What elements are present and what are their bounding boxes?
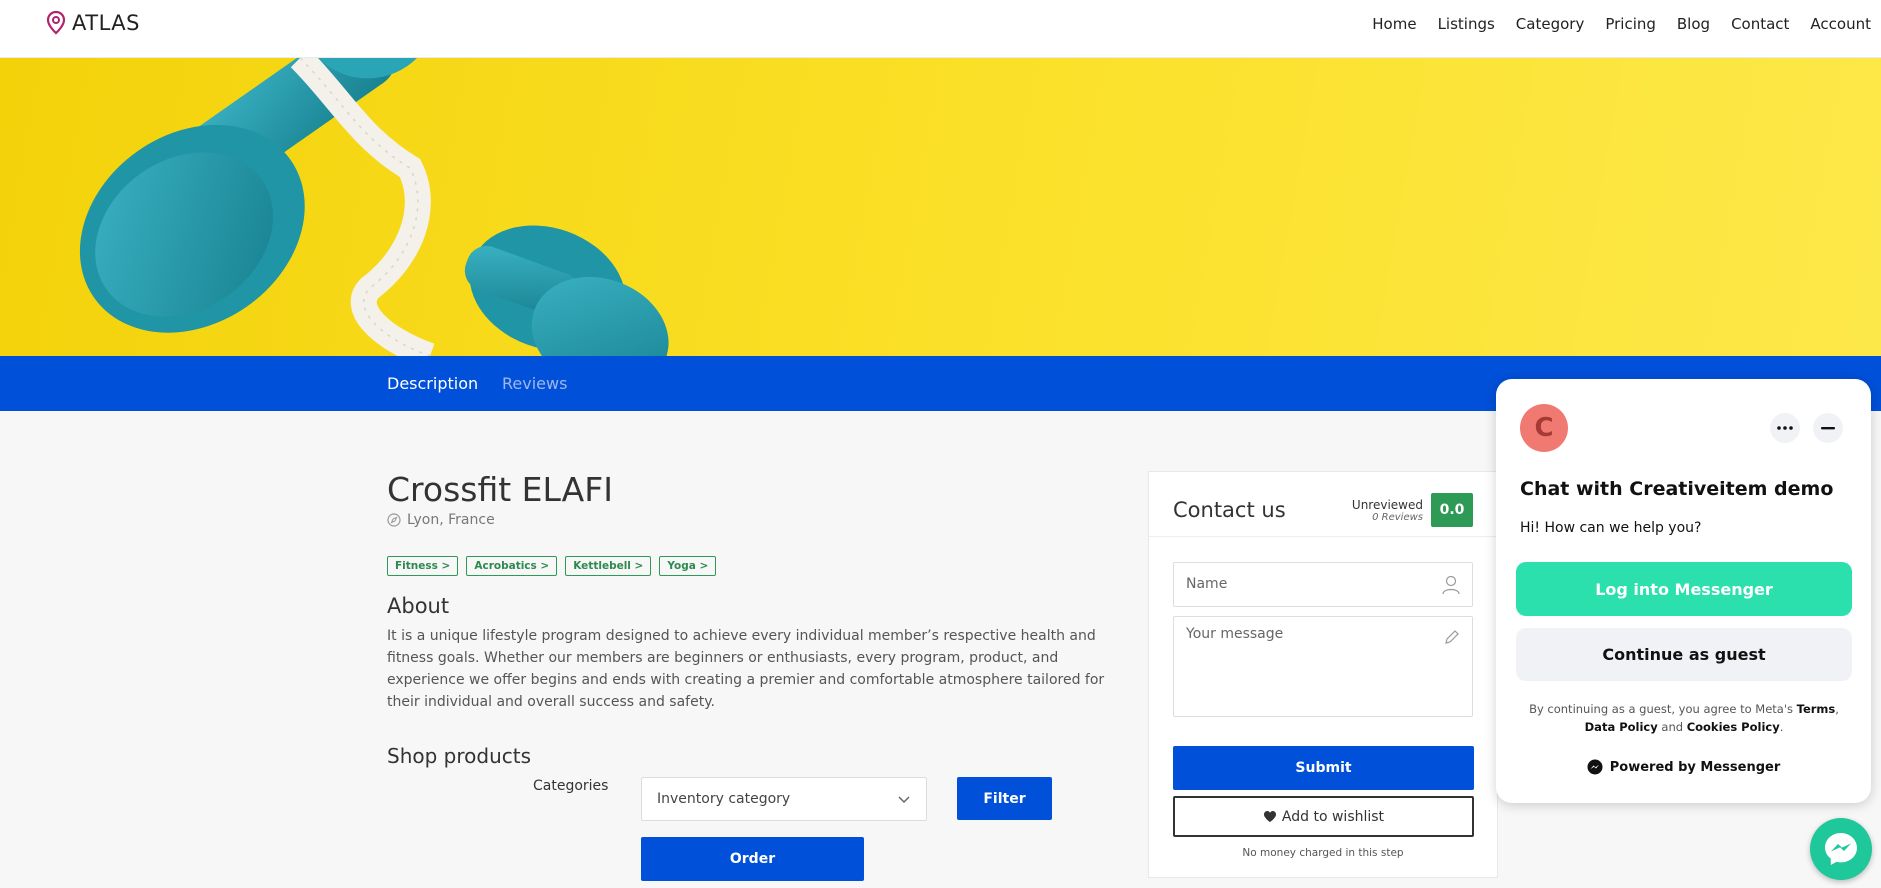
nav-blog[interactable]: Blog bbox=[1677, 15, 1710, 33]
minimize-icon bbox=[1821, 426, 1835, 429]
select-value: Inventory category bbox=[657, 791, 791, 807]
order-button[interactable]: Order bbox=[641, 837, 864, 881]
tag-kettlebell[interactable]: Kettlebell > bbox=[565, 556, 652, 576]
location-text: Lyon, France bbox=[407, 512, 495, 528]
about-heading: About bbox=[387, 594, 450, 618]
more-options-button[interactable] bbox=[1770, 413, 1800, 443]
listing-title: Crossfit ELAFI bbox=[387, 470, 613, 509]
cookies-policy-link[interactable]: Cookies Policy bbox=[1687, 720, 1780, 734]
payment-note: No money charged in this step bbox=[1242, 847, 1404, 859]
legal-prefix: By continuing as a guest, you agree to M… bbox=[1529, 702, 1793, 716]
nav-category[interactable]: Category bbox=[1516, 15, 1585, 33]
contact-card: Contact us Unreviewed 0 Reviews 0.0 Name… bbox=[1148, 471, 1498, 878]
more-dots-icon bbox=[1777, 426, 1793, 430]
messenger-logo-icon bbox=[1587, 759, 1603, 775]
dumbbells-illustration bbox=[79, 58, 669, 356]
legal-and: and bbox=[1661, 720, 1684, 734]
nav-listings[interactable]: Listings bbox=[1438, 15, 1495, 33]
categories-label: Categories bbox=[533, 778, 609, 794]
tab-description[interactable]: Description bbox=[387, 374, 478, 393]
user-icon bbox=[1442, 575, 1460, 595]
continue-as-guest-button[interactable]: Continue as guest bbox=[1516, 628, 1852, 681]
main-nav: Home Listings Category Pricing Blog Cont… bbox=[1351, 0, 1871, 48]
tag-fitness[interactable]: Fitness > bbox=[387, 556, 459, 576]
messenger-icon bbox=[1825, 833, 1857, 865]
add-to-wishlist-button[interactable]: Add to wishlist bbox=[1173, 796, 1474, 837]
site-logo[interactable]: ATLAS bbox=[46, 11, 140, 35]
powered-text: Powered by Messenger bbox=[1609, 759, 1781, 775]
heart-icon bbox=[1263, 811, 1276, 822]
divider bbox=[1149, 536, 1497, 537]
chevron-down-icon bbox=[898, 796, 910, 804]
logo-text: ATLAS bbox=[72, 11, 140, 35]
messenger-chat-panel: C Chat with Creativeitem demo Hi! How ca… bbox=[1496, 379, 1871, 803]
data-policy-link[interactable]: Data Policy bbox=[1585, 720, 1658, 734]
rating-badge: 0.0 bbox=[1431, 493, 1473, 527]
tab-reviews[interactable]: Reviews bbox=[502, 374, 567, 393]
top-navbar: ATLAS Home Listings Category Pricing Blo… bbox=[0, 0, 1881, 58]
wishlist-label: Add to wishlist bbox=[1281, 808, 1385, 825]
pencil-icon bbox=[1445, 630, 1459, 644]
listing-location: Lyon, France bbox=[387, 512, 495, 528]
filter-button[interactable]: Filter bbox=[957, 777, 1052, 820]
review-status-text: Unreviewed bbox=[1351, 498, 1423, 512]
compass-icon bbox=[387, 513, 401, 527]
submit-button[interactable]: Submit bbox=[1173, 746, 1474, 790]
messenger-title: Chat with Creativeitem demo bbox=[1520, 478, 1834, 500]
contact-heading: Contact us bbox=[1173, 498, 1286, 522]
messenger-chat-button[interactable] bbox=[1810, 818, 1872, 880]
nav-home[interactable]: Home bbox=[1372, 15, 1416, 33]
nav-account[interactable]: Account bbox=[1810, 15, 1871, 33]
powered-by-messenger: Powered by Messenger bbox=[1496, 759, 1871, 775]
about-text: It is a unique lifestyle program designe… bbox=[387, 628, 1105, 710]
nav-pricing[interactable]: Pricing bbox=[1605, 15, 1656, 33]
hero-image bbox=[0, 58, 1881, 356]
terms-link[interactable]: Terms bbox=[1797, 702, 1836, 716]
messenger-greeting: Hi! How can we help you? bbox=[1520, 520, 1702, 536]
name-placeholder: Name bbox=[1186, 576, 1228, 592]
name-field[interactable]: Name bbox=[1173, 562, 1473, 607]
inventory-category-select[interactable]: Inventory category bbox=[641, 777, 927, 821]
nav-contact[interactable]: Contact bbox=[1731, 15, 1789, 33]
avatar: C bbox=[1520, 404, 1568, 452]
tag-yoga[interactable]: Yoga > bbox=[659, 556, 717, 576]
message-placeholder: Your message bbox=[1186, 626, 1284, 642]
legal-comma: , bbox=[1835, 702, 1839, 716]
map-pin-icon bbox=[46, 11, 66, 35]
review-count: 0 Reviews bbox=[1372, 512, 1423, 523]
legal-period: . bbox=[1779, 720, 1784, 734]
log-into-messenger-button[interactable]: Log into Messenger bbox=[1516, 562, 1852, 616]
review-status: Unreviewed 0 Reviews bbox=[1352, 498, 1423, 523]
message-field[interactable]: Your message bbox=[1173, 616, 1473, 717]
category-tags: Fitness > Acrobatics > Kettlebell > Yoga… bbox=[387, 556, 717, 576]
shop-heading: Shop products bbox=[387, 744, 532, 768]
minimize-button[interactable] bbox=[1813, 413, 1843, 443]
tag-acrobatics[interactable]: Acrobatics > bbox=[466, 556, 558, 576]
guest-legal-text: By continuing as a guest, you agree to M… bbox=[1516, 700, 1852, 736]
